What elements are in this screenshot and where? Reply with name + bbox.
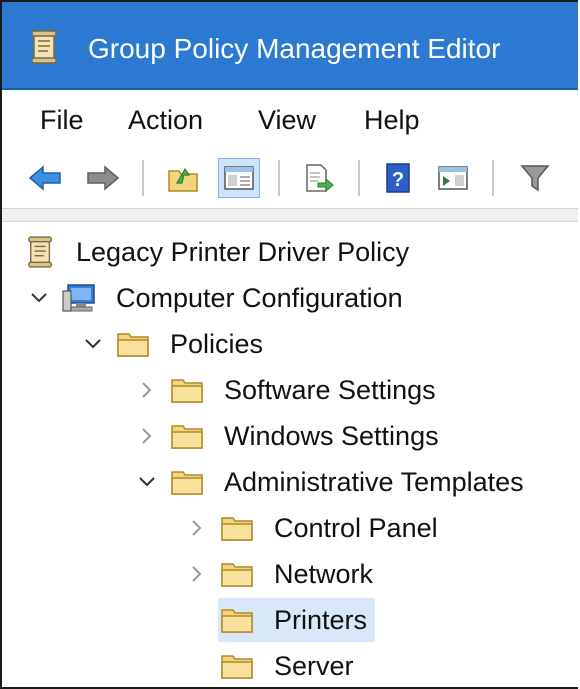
tree-node-label: Computer Configuration [116,283,403,313]
tree-node-label: Windows Settings [224,421,439,451]
folder-icon [170,375,204,405]
folder-icon [220,559,254,589]
back-button[interactable] [24,158,66,198]
selection-highlight: Printers [218,598,376,642]
tree-node-administrative-templates[interactable]: Administrative Templates [136,460,528,504]
tree-node-control-panel[interactable]: Control Panel [186,506,442,550]
tree-node-policies[interactable]: Policies [82,322,267,366]
tree-node-label: Control Panel [274,513,438,543]
window-title: Group Policy Management Editor [88,33,501,64]
toolbar-separator [278,160,280,196]
menu-bar: File Action View Help [2,90,578,148]
toolbar-separator [492,160,494,196]
computer-icon [62,283,96,313]
tree-node-label: Network [274,559,374,589]
folder-icon [170,467,204,497]
folder-icon [220,605,254,635]
tree-node-computer-configuration[interactable]: Computer Configuration [28,276,407,320]
up-one-level-button[interactable] [162,158,204,198]
show-action-pane-button[interactable] [432,158,474,198]
tree-node-software-settings[interactable]: Software Settings [136,368,440,412]
tree-node-label: Printers [274,605,368,635]
toolbar-separator [358,160,360,196]
chevron-down-icon[interactable] [82,333,104,355]
up-folder-icon [167,163,199,193]
tree-node-network[interactable]: Network [186,552,377,596]
folder-icon [170,421,204,451]
folder-icon [220,513,254,543]
menu-action[interactable]: Action [128,104,203,136]
show-hide-tree-button[interactable] [218,158,260,198]
chevron-right-icon[interactable] [136,425,158,447]
folder-icon [220,651,254,681]
app-window: Group Policy Management Editor File Acti… [0,0,578,689]
show-hide-tree-icon [224,166,254,190]
filter-icon [520,163,550,193]
title-bar[interactable]: Group Policy Management Editor [2,2,578,90]
chevron-right-icon[interactable] [136,379,158,401]
help-button[interactable]: ? [378,158,420,198]
chevron-right-icon[interactable] [186,563,208,585]
folder-icon [116,329,150,359]
show-action-pane-icon [438,166,468,190]
menu-help[interactable]: Help [364,104,420,136]
export-list-icon [304,163,334,193]
pane-divider[interactable] [2,208,578,222]
tree-node-label: Server [274,651,354,681]
tree-node-label: Legacy Printer Driver Policy [76,237,410,267]
menu-view[interactable]: View [258,104,316,136]
policy-tree: Legacy Printer Driver Policy Computer Co… [2,224,578,687]
forward-icon [86,165,120,191]
tree-node-root[interactable]: Legacy Printer Driver Policy [24,230,413,274]
tree-node-label: Policies [170,329,264,359]
help-icon: ? [386,163,412,193]
chevron-down-icon[interactable] [28,287,50,309]
tree-node-label: Software Settings [224,375,436,405]
forward-button[interactable] [82,158,124,198]
tree-node-server[interactable]: Server [220,644,358,687]
toolbar-separator [142,160,144,196]
filter-button[interactable] [514,158,556,198]
menu-file[interactable]: File [40,104,84,136]
toolbar: ? [2,148,578,208]
back-icon [28,165,62,191]
chevron-down-icon[interactable] [136,471,158,493]
gpo-scroll-icon [30,30,60,64]
tree-node-label: Administrative Templates [224,467,524,497]
tree-node-printers[interactable]: Printers [218,598,376,642]
svg-text:?: ? [392,169,404,191]
export-list-button[interactable] [298,158,340,198]
gpo-scroll-icon [24,236,58,268]
chevron-right-icon[interactable] [186,517,208,539]
tree-node-windows-settings[interactable]: Windows Settings [136,414,443,458]
